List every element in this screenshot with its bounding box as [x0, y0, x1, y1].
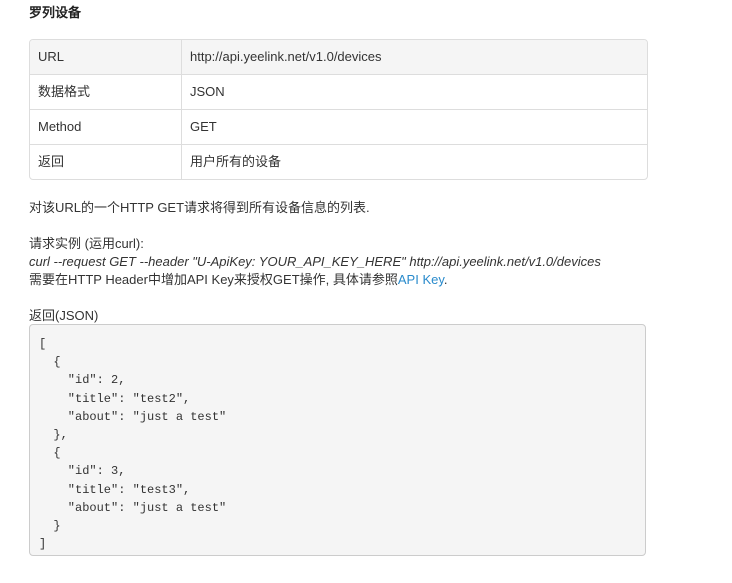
table-value-return: 用户所有的设备	[182, 144, 647, 179]
api-doc-page: 罗列设备 URL http://api.yeelink.net/v1.0/dev…	[0, 0, 732, 583]
response-code-block: [ { "id": 2, "title": "test2", "about": …	[29, 324, 646, 556]
table-key-method: Method	[30, 109, 182, 144]
section-title: 罗列设备	[29, 5, 82, 20]
table-row: URL http://api.yeelink.net/v1.0/devices	[30, 40, 647, 74]
description-text: 对该URL的一个HTTP GET请求将得到所有设备信息的列表.	[29, 200, 370, 215]
table-key-return: 返回	[30, 144, 182, 179]
api-key-link[interactable]: API Key	[398, 272, 444, 287]
api-key-note: 需要在HTTP Header中增加API Key来授权GET操作, 具体请参照A…	[29, 271, 448, 288]
example-label: 请求实例 (运用curl):	[29, 236, 144, 251]
table-key-url: URL	[30, 40, 182, 74]
table-value-url: http://api.yeelink.net/v1.0/devices	[182, 40, 647, 74]
curl-command-text: curl --request GET --header "U-ApiKey: Y…	[29, 254, 601, 269]
api-key-note-suffix: .	[443, 272, 448, 287]
response-label: 返回(JSON)	[29, 308, 99, 323]
table-key-format: 数据格式	[30, 74, 182, 109]
table-row: Method GET	[30, 109, 647, 144]
table-row: 数据格式 JSON	[30, 74, 647, 109]
curl-command: curl --request GET --header "U-ApiKey: Y…	[29, 253, 601, 270]
table-value-format: JSON	[182, 74, 647, 109]
api-key-note-text: 需要在HTTP Header中增加API Key来授权GET操作, 具体请参照	[29, 272, 398, 287]
api-info-table: URL http://api.yeelink.net/v1.0/devices …	[29, 39, 648, 180]
table-row: 返回 用户所有的设备	[30, 144, 647, 179]
table-value-method: GET	[182, 109, 647, 144]
